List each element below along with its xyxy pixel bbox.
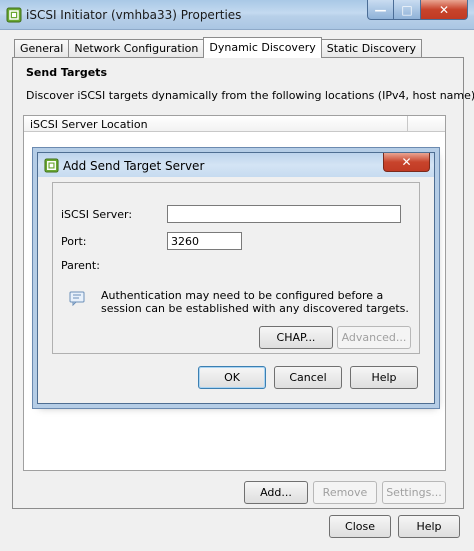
properties-window: iSCSI Initiator (vmhba33) Properties — □…: [0, 0, 474, 551]
minimize-button[interactable]: —: [367, 0, 394, 20]
port-label: Port:: [61, 235, 87, 248]
close-button[interactable]: Close: [329, 515, 391, 538]
tab-static-discovery[interactable]: Static Discovery: [320, 39, 423, 58]
column-header-server-location[interactable]: iSCSI Server Location: [24, 116, 408, 132]
dialog-close-button[interactable]: ✕: [383, 153, 430, 172]
tab-strip: General Network Configuration Dynamic Di…: [14, 37, 423, 58]
vmware-app-icon: [6, 7, 22, 23]
port-input[interactable]: 3260: [167, 232, 242, 250]
list-header: iSCSI Server Location: [24, 116, 445, 132]
remove-button[interactable]: Remove: [313, 481, 377, 504]
window-titlebar[interactable]: iSCSI Initiator (vmhba33) Properties — □…: [0, 0, 474, 30]
settings-button[interactable]: Settings...: [382, 481, 446, 504]
dialog-help-button[interactable]: Help: [350, 366, 418, 389]
tab-general[interactable]: General: [14, 39, 70, 58]
ok-button[interactable]: OK: [198, 366, 266, 389]
iscsi-server-input[interactable]: [167, 205, 401, 223]
cancel-button[interactable]: Cancel: [274, 366, 342, 389]
add-send-target-dialog: Add Send Target Server ✕ iSCSI Server: P…: [37, 152, 435, 404]
dialog-titlebar[interactable]: Add Send Target Server ✕: [38, 153, 434, 177]
info-balloon-icon: [69, 291, 85, 306]
parent-label: Parent:: [61, 259, 100, 272]
authentication-note: Authentication may need to be configured…: [101, 289, 409, 315]
send-targets-description: Discover iSCSI targets dynamically from …: [26, 89, 474, 102]
send-targets-heading: Send Targets: [26, 66, 107, 79]
help-button[interactable]: Help: [398, 515, 460, 538]
add-button[interactable]: Add...: [244, 481, 308, 504]
advanced-button[interactable]: Advanced...: [337, 326, 411, 349]
tab-network-configuration[interactable]: Network Configuration: [68, 39, 205, 58]
dialog-title: Add Send Target Server: [63, 159, 205, 173]
iscsi-server-label: iSCSI Server:: [61, 208, 133, 221]
window-title: iSCSI Initiator (vmhba33) Properties: [26, 8, 242, 22]
tab-dynamic-discovery[interactable]: Dynamic Discovery: [203, 37, 322, 58]
maximize-button[interactable]: □: [393, 0, 421, 20]
vmware-dialog-icon: [44, 158, 59, 173]
dialog-content-frame: iSCSI Server: Port: 3260 Parent: Authent…: [52, 182, 420, 354]
chap-button[interactable]: CHAP...: [259, 326, 333, 349]
window-close-button[interactable]: ✕: [420, 0, 468, 20]
